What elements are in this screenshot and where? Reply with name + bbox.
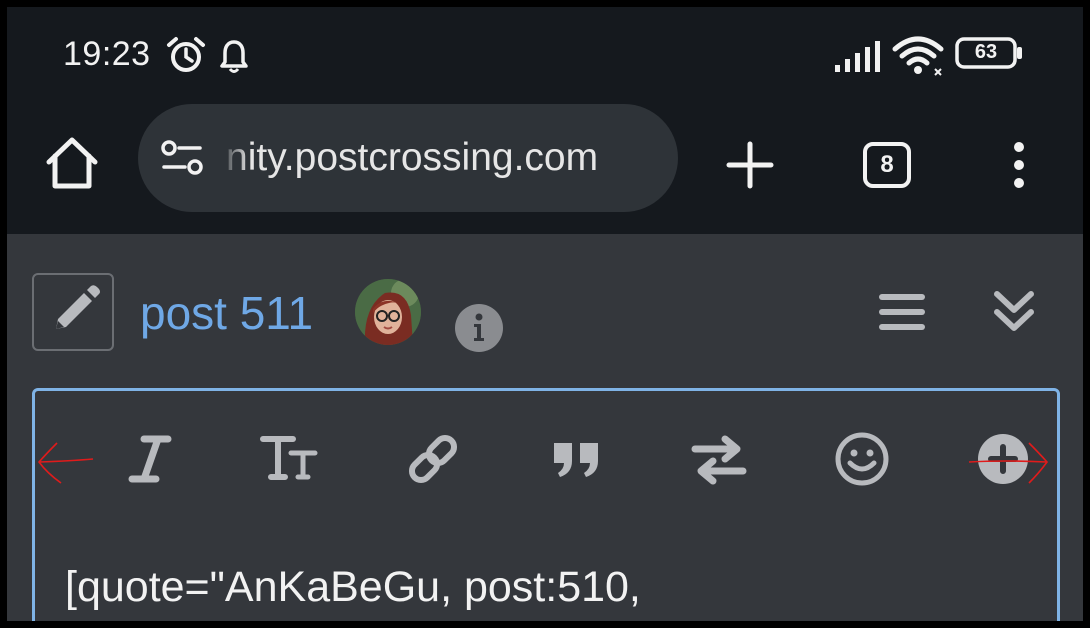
composer-editor[interactable]: [quote="AnKaBeGu, post:510, <box>32 388 1060 621</box>
home-icon[interactable] <box>43 134 101 192</box>
avatar[interactable] <box>355 279 421 345</box>
signal-icon <box>835 41 880 72</box>
status-bar: 19:23 63 <box>7 7 1083 102</box>
hamburger-icon[interactable] <box>879 292 925 332</box>
info-icon[interactable] <box>454 303 504 353</box>
bell-icon <box>220 40 248 73</box>
battery-level: 63 <box>974 41 998 63</box>
tab-switcher-button[interactable]: 8 <box>863 142 911 188</box>
italic-icon[interactable] <box>120 429 180 489</box>
alarm-icon <box>167 37 205 72</box>
add-circle-icon[interactable] <box>973 429 1033 489</box>
screen: 19:23 63 nity.postcrossing.com 8 post 51… <box>7 7 1083 621</box>
tune-icon[interactable] <box>160 140 204 176</box>
plus-icon[interactable] <box>725 140 775 190</box>
url-fade <box>220 122 250 194</box>
more-vert-icon[interactable] <box>1009 140 1029 190</box>
composer-text[interactable]: [quote="AnKaBeGu, post:510, <box>65 563 641 612</box>
status-time: 19:23 <box>63 35 151 73</box>
edit-button[interactable] <box>32 273 114 351</box>
wifi-icon <box>892 36 944 76</box>
topic-title[interactable]: post 511 <box>140 286 313 340</box>
text-size-icon[interactable] <box>259 429 319 489</box>
page-content: post 511 [quote="AnKaBeGu, post:510, <box>7 234 1083 621</box>
swap-icon[interactable] <box>689 429 749 489</box>
url-text[interactable]: nity.postcrossing.com <box>226 136 598 180</box>
url-bar[interactable]: nity.postcrossing.com <box>138 104 678 212</box>
link-icon[interactable] <box>403 429 463 489</box>
chevrons-down-icon[interactable] <box>993 288 1035 336</box>
quote-icon[interactable] <box>546 429 606 489</box>
emoji-icon[interactable] <box>832 429 892 489</box>
browser-toolbar: nity.postcrossing.com 8 <box>7 102 1083 234</box>
pencil-icon <box>56 285 100 329</box>
